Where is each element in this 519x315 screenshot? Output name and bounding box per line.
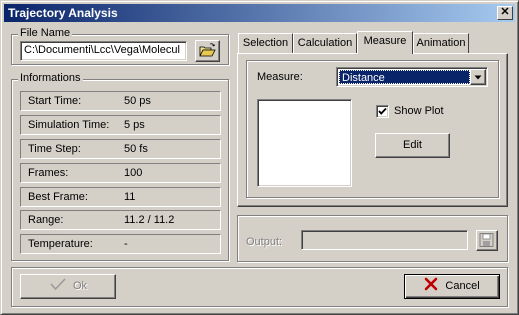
file-name-group-label: File Name — [18, 27, 73, 39]
best-frame-label: Best Frame: — [28, 191, 88, 203]
tab-measure-label: Measure — [363, 35, 407, 47]
start-time-value: 50 ps — [124, 95, 151, 107]
tab-animation[interactable]: Animation — [413, 33, 469, 53]
cancel-button-label: Cancel — [445, 280, 480, 292]
info-row-best-frame: Best Frame: 11 — [20, 187, 221, 207]
close-icon: ✕ — [500, 6, 510, 18]
chevron-down-icon — [474, 75, 482, 80]
measure-selected-value: Distance — [339, 70, 470, 84]
info-row-time-step: Time Step: 50 fs — [20, 139, 221, 159]
trajectory-analysis-dialog: Trajectory Analysis ✕ File Name C:\Docum… — [0, 0, 519, 315]
start-time-label: Start Time: — [28, 95, 82, 107]
frames-value: 100 — [124, 167, 143, 179]
edit-button[interactable]: Edit — [375, 133, 450, 158]
time-step-value: 50 fs — [124, 143, 148, 155]
tab-animation-label: Animation — [416, 37, 466, 49]
floppy-disk-icon — [479, 233, 494, 247]
show-plot-checkbox[interactable] — [376, 105, 389, 118]
checkmark-icon — [378, 107, 387, 115]
output-label: Output: — [246, 236, 283, 248]
window-title: Trajectory Analysis — [8, 6, 118, 20]
frames-label: Frames: — [28, 167, 69, 179]
measure-select[interactable]: Distance — [336, 67, 488, 87]
open-folder-icon — [199, 43, 216, 57]
browse-file-button[interactable] — [195, 40, 220, 62]
simulation-time-value: 5 ps — [124, 119, 145, 131]
file-path-value: C:\Documenti\Lcc\Vega\Molecul — [24, 44, 180, 56]
edit-button-label: Edit — [403, 139, 422, 151]
close-window-button[interactable]: ✕ — [497, 6, 513, 20]
plot-preview — [257, 99, 352, 187]
time-step-label: Time Step: — [28, 143, 81, 155]
info-row-temperature: Temperature: - — [20, 234, 221, 254]
info-row-frames: Frames: 100 — [20, 163, 221, 183]
range-label: Range: — [28, 214, 64, 226]
tab-calculation-label: Calculation — [297, 37, 353, 49]
file-path-field[interactable]: C:\Documenti\Lcc\Vega\Molecul — [20, 41, 187, 61]
temperature-value: - — [124, 238, 128, 250]
range-value: 11.2 / 11.2 — [124, 214, 175, 226]
measure-label: Measure: — [257, 71, 303, 83]
show-plot-label[interactable]: Show Plot — [394, 105, 444, 117]
info-row-simulation-time: Simulation Time: 5 ps — [20, 115, 221, 135]
ok-button-label: Ok — [73, 280, 88, 292]
title-bar[interactable]: Trajectory Analysis ✕ — [4, 4, 515, 22]
best-frame-value: 11 — [124, 191, 136, 203]
informations-group-label: Informations — [18, 72, 83, 84]
tab-selection[interactable]: Selection — [238, 33, 293, 53]
output-field[interactable] — [301, 230, 468, 250]
cancel-x-icon — [425, 277, 438, 291]
save-output-button[interactable] — [476, 230, 498, 251]
tab-measure[interactable]: Measure — [357, 31, 413, 54]
tab-calculation[interactable]: Calculation — [293, 33, 357, 53]
ok-button[interactable]: Ok — [20, 274, 116, 299]
measure-dropdown-button[interactable] — [470, 69, 486, 85]
temperature-label: Temperature: — [28, 238, 93, 250]
check-icon — [50, 278, 66, 291]
tab-selection-label: Selection — [242, 37, 289, 49]
info-row-start-time: Start Time: 50 ps — [20, 91, 221, 111]
simulation-time-label: Simulation Time: — [28, 119, 110, 131]
cancel-button[interactable]: Cancel — [404, 274, 500, 299]
info-row-range: Range: 11.2 / 11.2 — [20, 210, 221, 230]
